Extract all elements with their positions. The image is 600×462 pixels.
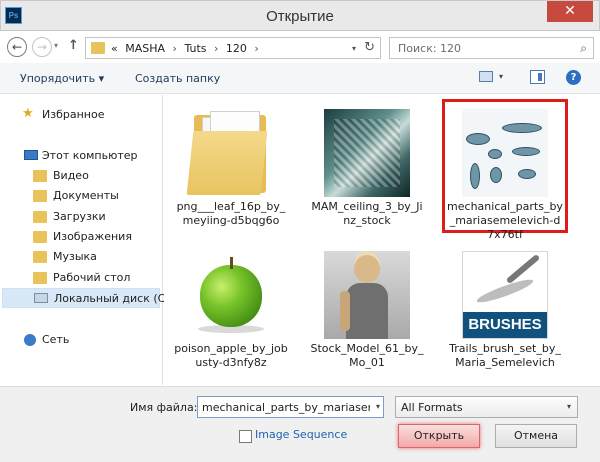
sidebar-item-pictures[interactable]: Изображения — [0, 227, 160, 247]
window-title: Открытие — [266, 8, 334, 25]
forward-arrow-icon[interactable]: → — [32, 37, 52, 57]
file-name: png___leaf_16p_by_meyiing-d5bqg6o — [176, 200, 286, 227]
sidebar-item-label: Рабочий стол — [53, 271, 131, 284]
folder-icon — [33, 251, 47, 263]
folder-icon — [33, 231, 47, 243]
image-sequence-label[interactable]: Image Sequence — [255, 428, 347, 441]
address-bar[interactable]: « MASHA › Tuts › 120 › ▾ ↻ — [85, 37, 381, 59]
breadcrumb-separator-icon[interactable]: › — [173, 42, 177, 55]
folder-thumbnail — [186, 109, 274, 197]
up-arrow-icon[interactable]: ↑ — [68, 38, 79, 53]
sidebar-item-label: Изображения — [53, 230, 132, 243]
folder-icon — [33, 190, 47, 202]
help-icon[interactable]: ? — [566, 70, 581, 85]
address-history-chevron-icon[interactable]: ▾ — [352, 44, 356, 53]
file-tile-leaf-folder[interactable]: png___leaf_16p_by_meyiing-d5bqg6o — [170, 101, 292, 231]
new-folder-button[interactable]: Создать папку — [135, 72, 220, 85]
search-icon[interactable]: ⌕ — [580, 41, 587, 56]
breadcrumb-separator-icon[interactable]: › — [214, 42, 218, 55]
back-arrow-icon[interactable]: ← — [7, 37, 27, 57]
sidebar-item-local-disk[interactable]: Локальный диск (C — [2, 288, 165, 308]
recent-locations-chevron-icon[interactable]: ▾ — [54, 41, 58, 50]
network-icon — [24, 334, 36, 346]
filename-label: Имя файла: — [130, 401, 198, 414]
open-button[interactable]: Открыть — [398, 424, 480, 448]
breadcrumb-segment-120[interactable]: 120 — [226, 42, 247, 55]
organize-button[interactable]: Упорядочить ▾ — [20, 72, 104, 85]
breadcrumb-overflow[interactable]: « — [111, 42, 118, 55]
preview-pane-icon[interactable] — [530, 70, 545, 84]
sidebar-item-label: Этот компьютер — [42, 149, 138, 162]
sidebar-item-label: Избранное — [42, 108, 105, 121]
folder-icon — [91, 42, 105, 54]
command-bar: Упорядочить ▾ Создать папку ▾ ? — [0, 63, 600, 94]
chevron-down-icon: ▾ — [566, 402, 571, 411]
change-view-icon[interactable] — [479, 71, 493, 82]
footer-panel: Имя файла: mechanical_parts_by_mariasem … — [0, 386, 600, 462]
sidebar-item-label: Сеть — [42, 333, 70, 346]
view-options-chevron-icon[interactable]: ▾ — [499, 72, 503, 81]
file-name: mechanical_parts_by_mariasemelevich-d7x7… — [447, 200, 563, 241]
folder-icon — [33, 272, 47, 284]
file-name: poison_apple_by_jobusty-d3nfy8z — [174, 342, 288, 369]
file-tile-trails-brush[interactable]: BRUSHES Trails_brush_set_by_Maria_Semele… — [444, 243, 566, 373]
breadcrumb-segment-masha[interactable]: MASHA — [125, 42, 165, 55]
search-input[interactable]: Поиск: 120 ⌕ — [389, 37, 594, 59]
brushes-badge: BRUSHES — [463, 312, 547, 338]
file-format-select[interactable]: All Formats ▾ — [395, 396, 578, 418]
sidebar-item-label: Локальный диск (C — [54, 292, 166, 305]
file-name: MAM_ceiling_3_by_Jinz_stock — [311, 200, 423, 227]
sidebar-item-desktop[interactable]: Рабочий стол — [0, 268, 160, 288]
cancel-button[interactable]: Отмена — [495, 424, 577, 448]
folder-icon — [33, 211, 47, 223]
sidebar-item-music[interactable]: Музыка — [0, 247, 160, 267]
sidebar-item-documents[interactable]: Документы — [0, 186, 160, 206]
image-thumbnail — [324, 109, 410, 197]
filename-value: mechanical_parts_by_mariasem — [202, 401, 370, 414]
sidebar-item-videos[interactable]: Видео — [0, 166, 160, 186]
refresh-icon[interactable]: ↻ — [364, 40, 375, 55]
file-name: Trails_brush_set_by_Maria_Semelevich — [449, 342, 561, 369]
title-bar: Ps Открытие ✕ — [0, 0, 600, 31]
breadcrumb-segment-tuts[interactable]: Tuts — [184, 42, 206, 55]
image-thumbnail: BRUSHES — [462, 251, 548, 339]
computer-icon — [24, 150, 38, 160]
file-format-value: All Formats — [401, 401, 463, 414]
navigation-bar: ← → ▾ ↑ « MASHA › Tuts › 120 › ▾ ↻ Поиск… — [0, 31, 600, 63]
image-thumbnail — [324, 251, 410, 339]
sidebar-item-label: Документы — [53, 189, 119, 202]
filename-history-chevron-icon[interactable]: ▾ — [376, 402, 380, 411]
image-thumbnail — [188, 251, 274, 339]
sidebar-item-downloads[interactable]: Загрузки — [0, 207, 160, 227]
image-sequence-checkbox[interactable] — [239, 430, 252, 443]
image-thumbnail — [462, 109, 548, 197]
file-tile-mechanical-parts[interactable]: mechanical_parts_by_mariasemelevich-d7x7… — [442, 99, 568, 241]
search-placeholder: Поиск: 120 — [398, 42, 462, 55]
file-tile-stock-model[interactable]: Stock_Model_61_by_Mo_01 — [306, 243, 428, 373]
file-tile-poison-apple[interactable]: poison_apple_by_jobusty-d3nfy8z — [170, 243, 292, 373]
breadcrumb: « MASHA › Tuts › 120 › — [111, 42, 263, 55]
file-list: png___leaf_16p_by_meyiing-d5bqg6o MAM_ce… — [164, 95, 600, 385]
sidebar-item-label: Музыка — [53, 250, 97, 263]
star-icon: ★ — [22, 106, 34, 121]
hard-drive-icon — [34, 293, 48, 303]
navigation-pane: ★ Избранное Этот компьютер Видео Докумен… — [0, 95, 165, 385]
file-tile-ceiling[interactable]: MAM_ceiling_3_by_Jinz_stock — [306, 101, 428, 231]
breadcrumb-separator-icon[interactable]: › — [254, 42, 258, 55]
close-button[interactable]: ✕ — [547, 1, 593, 22]
sidebar-item-favorites[interactable]: ★ Избранное — [0, 105, 160, 125]
sidebar-item-label: Видео — [53, 169, 89, 182]
file-name: Stock_Model_61_by_Mo_01 — [310, 342, 424, 369]
folder-icon — [33, 170, 47, 182]
sidebar-item-label: Загрузки — [53, 210, 106, 223]
filename-input[interactable]: mechanical_parts_by_mariasem ▾ — [197, 396, 384, 418]
sidebar-item-network[interactable]: Сеть — [0, 330, 160, 350]
sidebar-item-this-pc[interactable]: Этот компьютер — [0, 146, 160, 166]
